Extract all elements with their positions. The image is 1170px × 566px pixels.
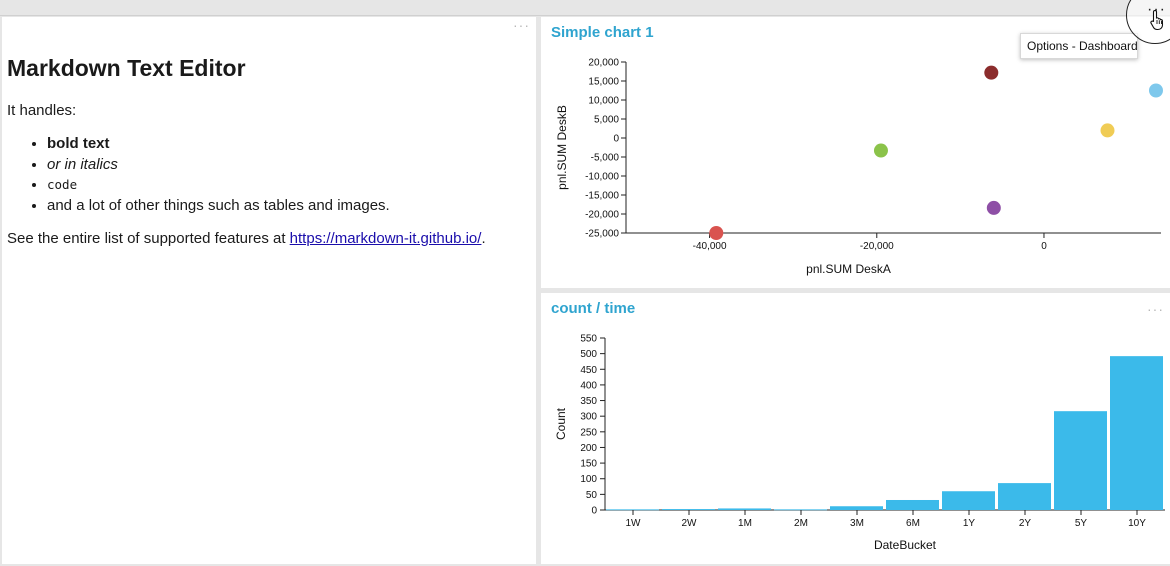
y-tick-label: -25,000	[585, 229, 619, 240]
bar	[718, 508, 771, 510]
scatter-point	[986, 200, 1001, 215]
bar	[886, 499, 939, 510]
y-tick-label: 15,000	[588, 77, 619, 88]
y-tick-label: 550	[580, 334, 597, 345]
italic-text: or in italics	[47, 155, 118, 173]
scatter-point	[984, 65, 999, 80]
x-tick-label: -40,000	[693, 241, 727, 252]
y-tick-label: 50	[586, 490, 598, 501]
list-text: and a lot of other things such as tables…	[47, 196, 390, 214]
y-tick-label: 350	[580, 396, 597, 407]
y-tick-label: 0	[613, 134, 619, 145]
y-tick-label: -5,000	[591, 153, 620, 164]
bar	[662, 509, 715, 510]
bar	[942, 491, 995, 510]
footer-text: See the entire list of supported feature…	[7, 230, 290, 247]
markdown-list: bold text or in italics code and a lot o…	[7, 134, 527, 216]
y-axis-title: pnl.SUM DeskB	[555, 105, 569, 190]
list-item: and a lot of other things such as tables…	[47, 196, 527, 217]
x-tick-label: -20,000	[860, 241, 894, 252]
markdown-footer: See the entire list of supported feature…	[7, 228, 527, 250]
y-tick-label: 5,000	[594, 115, 619, 126]
bar	[830, 506, 883, 510]
markdown-intro: It handles:	[7, 102, 77, 119]
scatter-point	[1100, 123, 1115, 138]
x-tick-label: 10Y	[1128, 518, 1146, 529]
x-tick-label: 3M	[850, 518, 864, 529]
options-tooltip: Options - Dashboard	[1020, 33, 1138, 59]
y-axis-title: Count	[554, 407, 568, 440]
scatter-point	[709, 226, 724, 240]
markdown-heading: Markdown Text Editor	[7, 55, 246, 81]
footer-suffix: .	[481, 230, 486, 247]
bar-chart-panel: count / time ··· 0 50 100 150 200 250 300 350 40…	[541, 293, 1170, 564]
hand-pointer-icon	[1150, 9, 1164, 31]
markdown-panel: ··· Markdown Text Editor It handles: bol…	[2, 17, 536, 564]
x-tick-label: 5Y	[1075, 518, 1088, 529]
bar	[1110, 356, 1163, 510]
y-tick-label: 10,000	[588, 96, 619, 107]
y-tick-label: 0	[591, 506, 597, 517]
x-tick-label: 2M	[794, 518, 808, 529]
y-tick-label: -15,000	[585, 191, 619, 202]
x-axis-title: pnl.SUM DeskA	[806, 262, 891, 276]
y-tick-label: 150	[580, 459, 597, 470]
y-tick-label: -10,000	[585, 172, 619, 183]
y-tick-label: 250	[580, 427, 597, 438]
list-item: bold text	[47, 134, 527, 155]
x-tick-label: 1W	[626, 518, 642, 529]
x-tick-label: 1Y	[963, 518, 976, 529]
list-item: or in italics	[47, 155, 527, 176]
bold-text: bold text	[47, 135, 110, 152]
x-tick-label: 6M	[906, 518, 920, 529]
scatter-point	[873, 143, 888, 158]
y-tick-label: 300	[580, 412, 597, 423]
y-tick-label: 100	[580, 474, 597, 485]
x-axis-title: DateBucket	[874, 538, 937, 552]
y-tick-label: 200	[580, 443, 597, 454]
y-tick-label: 450	[580, 365, 597, 376]
code-text: code	[47, 177, 78, 192]
bar	[998, 483, 1051, 510]
x-tick-label: 0	[1041, 241, 1047, 252]
list-item: code	[47, 175, 527, 196]
bar	[1054, 411, 1107, 510]
markdown-it-link[interactable]: https://markdown-it.github.io/	[290, 230, 482, 247]
x-tick-label: 2W	[682, 518, 698, 529]
y-tick-label: -20,000	[585, 210, 619, 221]
bar-chart: 0 50 100 150 200 250 300 350 400 450 500 550 1W 2W 1M 2…	[554, 334, 1165, 552]
y-tick-label: 20,000	[588, 58, 619, 69]
scatter-point	[1148, 83, 1163, 98]
y-tick-label: 400	[580, 380, 597, 391]
dashboard-top-bar	[0, 0, 1170, 16]
x-tick-label: 2Y	[1019, 518, 1032, 529]
markdown-content: Markdown Text Editor It handles: bold te…	[7, 17, 527, 250]
y-tick-label: 500	[580, 349, 597, 360]
x-tick-label: 1M	[738, 518, 752, 529]
